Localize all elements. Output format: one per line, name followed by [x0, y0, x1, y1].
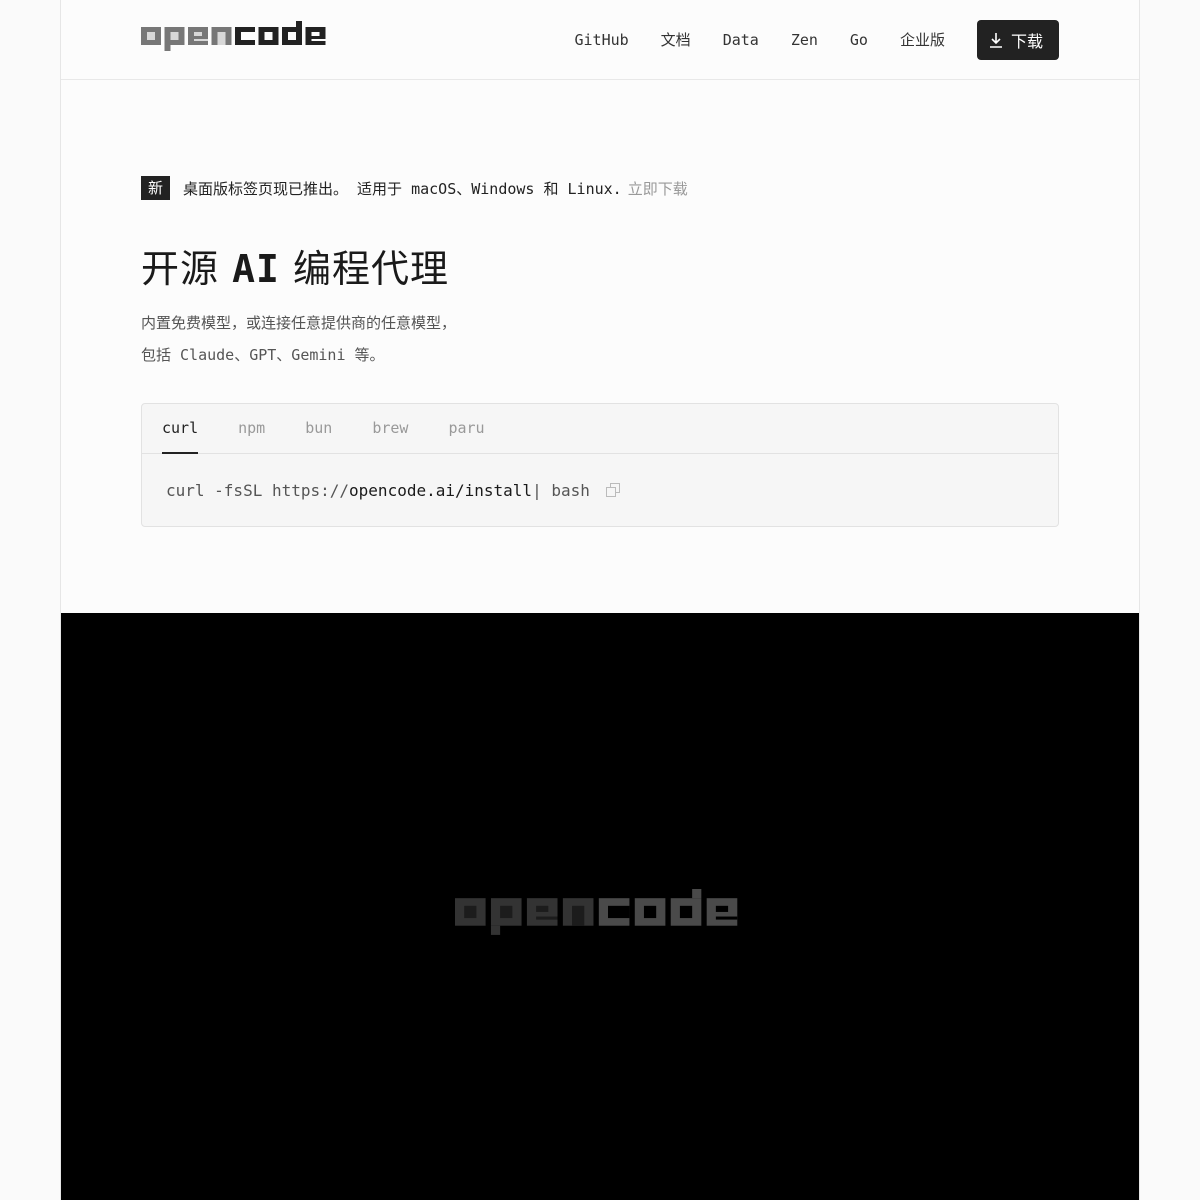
- command-prefix: curl -fsSL https://: [166, 480, 350, 500]
- page-title: 开源 AI 编程代理: [141, 238, 1059, 293]
- description-line-1: 内置免费模型，或连接任意提供商的任意模型，: [141, 314, 457, 332]
- command-url: opencode.ai/install: [349, 480, 533, 500]
- nav-github[interactable]: GitHub: [574, 31, 628, 49]
- command-suffix: | bash: [532, 480, 590, 500]
- tab-bun[interactable]: bun: [305, 404, 332, 453]
- tab-curl[interactable]: curl: [162, 404, 199, 454]
- download-now-link[interactable]: 立即下载: [628, 178, 688, 199]
- announcement-text: 桌面版标签页现已推出。 适用于 macOS、Windows 和 Linux.: [183, 179, 622, 198]
- install-panel: curl npm bun brew paru curl -fsSL https:…: [141, 403, 1059, 527]
- tab-npm[interactable]: npm: [238, 404, 265, 453]
- download-icon: [989, 32, 1002, 48]
- install-command[interactable]: curl -fsSL https://opencode.ai/install |…: [142, 454, 1058, 526]
- hero-description: 内置免费模型，或连接任意提供商的任意模型， 包括 Claude、GPT、Gemi…: [141, 307, 1059, 371]
- install-tabs: curl npm bun brew paru: [142, 404, 1058, 454]
- title-part-1: 开源: [141, 247, 233, 291]
- announcement: 新 桌面版标签页现已推出。 适用于 macOS、Windows 和 Linux.…: [141, 176, 1059, 200]
- nav-data[interactable]: Data: [723, 31, 759, 49]
- copy-icon[interactable]: [605, 483, 620, 497]
- nav-docs[interactable]: 文档: [661, 29, 691, 50]
- page: GitHub 文档 Data Zen Go 企业版 下载 新 桌面版标签页现已推…: [60, 0, 1140, 1200]
- title-ai: AI: [232, 247, 280, 291]
- hero: 新 桌面版标签页现已推出。 适用于 macOS、Windows 和 Linux.…: [61, 80, 1139, 527]
- site-header: GitHub 文档 Data Zen Go 企业版 下载: [61, 0, 1139, 80]
- demo-video[interactable]: [61, 613, 1139, 1200]
- nav-go[interactable]: Go: [850, 31, 868, 49]
- download-button-label: 下载: [1010, 31, 1043, 51]
- tab-brew[interactable]: brew: [372, 404, 408, 453]
- logo[interactable]: [141, 20, 331, 59]
- main-nav: GitHub 文档 Data Zen Go 企业版 下载: [574, 19, 1059, 60]
- nav-zen[interactable]: Zen: [791, 31, 818, 49]
- opencode-logo: [141, 20, 326, 51]
- tab-paru[interactable]: paru: [448, 404, 484, 453]
- download-button[interactable]: 下载: [976, 19, 1059, 60]
- nav-enterprise[interactable]: 企业版: [900, 29, 945, 50]
- video-opencode-logo: [455, 889, 738, 935]
- description-line-2: 包括 Claude、GPT、Gemini 等。: [141, 346, 385, 364]
- title-part-2: 编程代理: [279, 247, 449, 291]
- new-badge: 新: [141, 176, 171, 200]
